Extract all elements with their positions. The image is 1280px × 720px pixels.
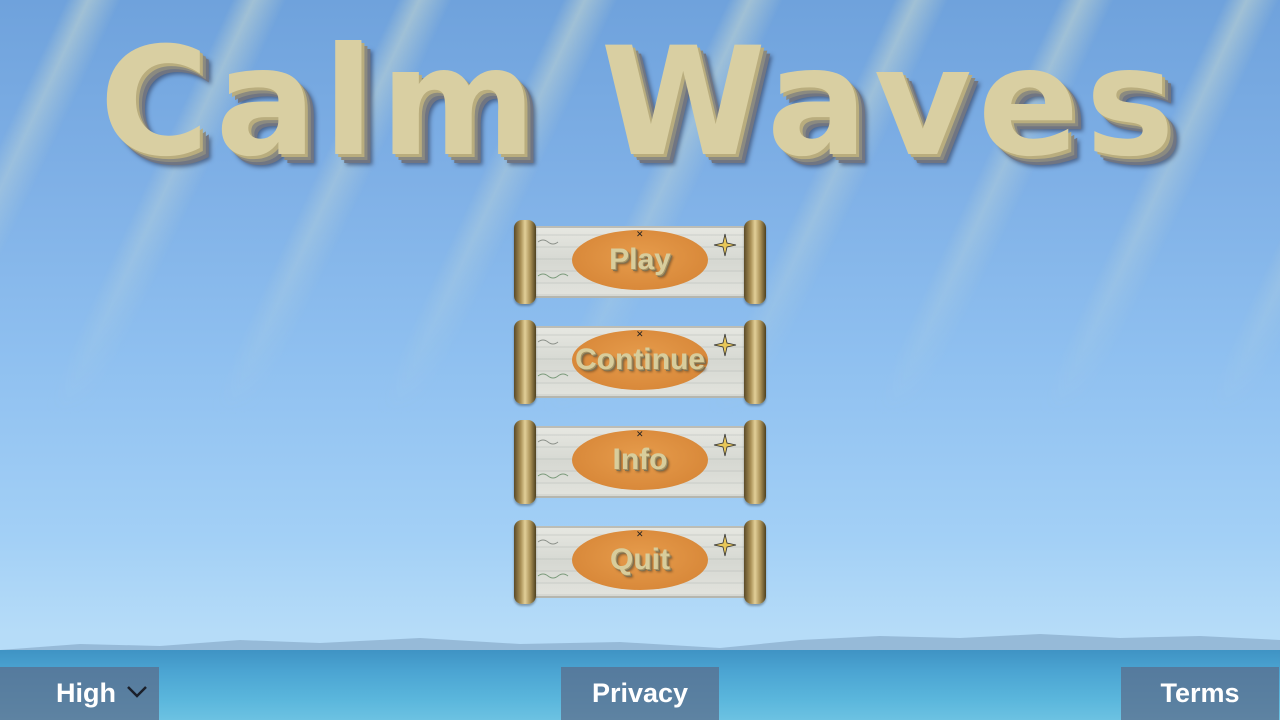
map-wave-decoration bbox=[537, 239, 569, 279]
main-menu: Play ✕ Continue ✕ Info ✕ Quit ✕ bbox=[512, 220, 768, 620]
play-label: Play bbox=[609, 243, 671, 276]
quit-label: Quit bbox=[610, 543, 670, 576]
scroll-roll-right bbox=[744, 420, 766, 504]
map-wave-decoration bbox=[537, 539, 569, 579]
compass-icon bbox=[713, 333, 737, 357]
chevron-down-icon bbox=[127, 686, 147, 698]
compass-icon bbox=[713, 233, 737, 257]
play-button[interactable]: Play ✕ bbox=[512, 220, 768, 306]
info-label: Info bbox=[612, 443, 668, 476]
info-button[interactable]: Info ✕ bbox=[512, 420, 768, 506]
map-wave-decoration bbox=[537, 439, 569, 479]
terms-label: Terms bbox=[1160, 678, 1240, 708]
terms-button[interactable]: Terms bbox=[1121, 667, 1279, 720]
continue-button[interactable]: Continue ✕ bbox=[512, 320, 768, 406]
scroll-roll-right bbox=[744, 220, 766, 304]
compass-icon bbox=[713, 433, 737, 457]
x-mark-icon: ✕ bbox=[636, 430, 644, 440]
scroll-roll-right bbox=[744, 320, 766, 404]
scroll-roll-left bbox=[514, 220, 536, 304]
x-mark-icon: ✕ bbox=[636, 330, 644, 340]
scroll-roll-right bbox=[744, 520, 766, 604]
scroll-roll-left bbox=[514, 320, 536, 404]
privacy-button[interactable]: Privacy bbox=[561, 667, 719, 720]
quit-button[interactable]: Quit ✕ bbox=[512, 520, 768, 606]
continue-label: Continue bbox=[575, 343, 705, 376]
game-title: Calm Waves bbox=[99, 16, 1181, 190]
quality-dropdown[interactable]: High bbox=[0, 667, 159, 720]
quality-selected-value: High bbox=[56, 678, 116, 708]
map-wave-decoration bbox=[537, 339, 569, 379]
privacy-label: Privacy bbox=[591, 678, 689, 708]
x-mark-icon: ✕ bbox=[636, 230, 644, 240]
scroll-roll-left bbox=[514, 420, 536, 504]
scroll-roll-left bbox=[514, 520, 536, 604]
x-mark-icon: ✕ bbox=[636, 530, 644, 540]
compass-icon bbox=[713, 533, 737, 557]
